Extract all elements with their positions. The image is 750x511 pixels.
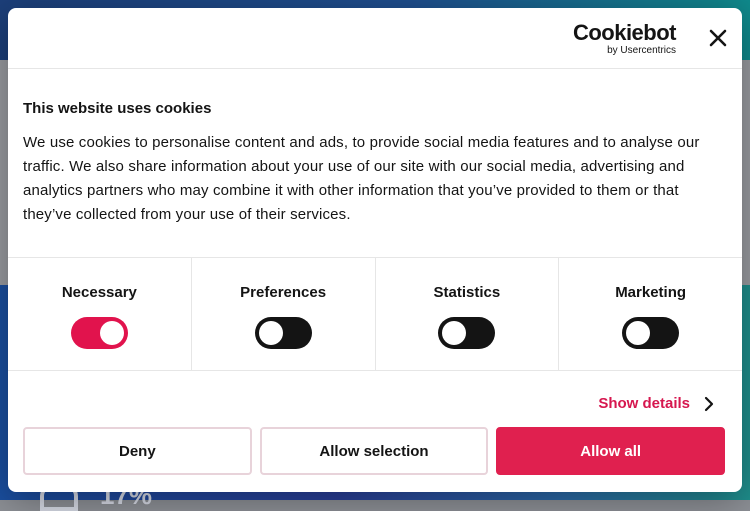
necessary-toggle[interactable] [70,317,128,349]
preferences-toggle[interactable] [254,317,312,349]
dialog-description: We use cookies to personalise content an… [23,134,700,223]
logo-brand: Cookiebot [572,20,677,45]
category-preferences: Preferences [192,258,376,370]
statistics-toggle[interactable] [438,317,496,349]
cookiebot-logo: Cookiebot by Usercentrics [572,20,677,57]
close-button[interactable] [706,26,730,50]
logo-subtitle: by Usercentrics [607,45,676,56]
consent-buttons: Deny Allow selection Allow all [23,427,726,475]
dialog-content: This website uses cookies We use cookies… [23,100,728,227]
category-label: Statistics [433,284,501,301]
category-necessary: Necessary [8,258,192,370]
dialog-title: This website uses cookies [23,100,212,117]
allow-selection-button[interactable]: Allow selection [259,427,489,475]
show-details-link[interactable]: Show details [598,395,714,412]
allow-all-button[interactable]: Allow all [496,427,726,475]
show-details-label: Show details [598,395,690,412]
cookie-consent-dialog: Cookiebot by Usercentrics This website u… [8,8,742,492]
category-marketing: Marketing [559,258,742,370]
category-label: Necessary [61,284,137,301]
consent-categories: Necessary Preferences Statistics Marketi… [8,257,742,371]
dialog-header: Cookiebot by Usercentrics [8,8,742,69]
category-label: Preferences [240,284,327,301]
category-label: Marketing [615,284,687,301]
category-statistics: Statistics [376,258,560,370]
close-icon [709,29,727,47]
deny-button[interactable]: Deny [23,427,252,475]
chevron-right-icon [704,396,714,411]
marketing-toggle[interactable] [622,317,680,349]
